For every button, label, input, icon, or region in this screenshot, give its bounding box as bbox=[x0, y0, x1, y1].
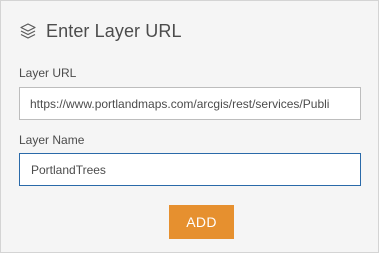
panel-header: Enter Layer URL bbox=[19, 18, 182, 44]
layer-url-label: Layer URL bbox=[19, 66, 77, 80]
add-button[interactable]: ADD bbox=[169, 205, 234, 239]
layer-name-input[interactable] bbox=[19, 153, 361, 186]
panel-title: Enter Layer URL bbox=[46, 20, 182, 41]
layer-name-label: Layer Name bbox=[19, 133, 85, 147]
layers-icon bbox=[19, 22, 37, 40]
enter-layer-url-panel: Enter Layer URL Layer URL Layer Name ADD bbox=[0, 0, 379, 253]
layer-url-input[interactable] bbox=[19, 87, 361, 120]
